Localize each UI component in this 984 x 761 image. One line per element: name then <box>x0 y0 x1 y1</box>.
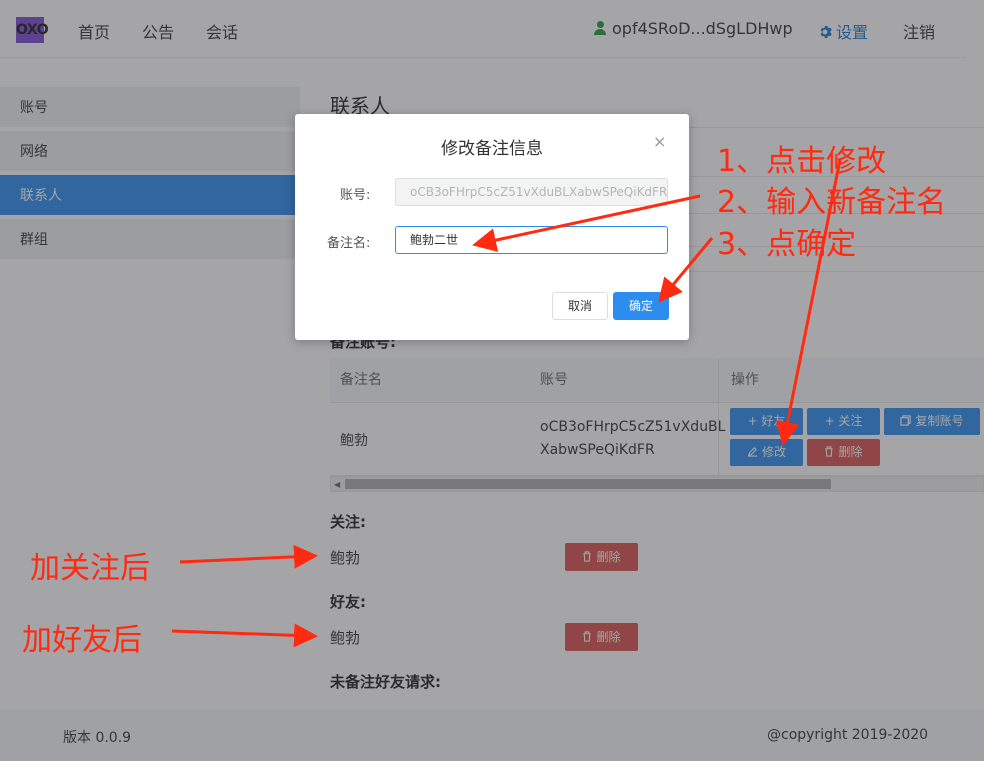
confirm-button[interactable]: 确定 <box>613 292 669 320</box>
annotation-step3: 3、点确定 <box>717 227 857 262</box>
cancel-button[interactable]: 取消 <box>552 292 608 320</box>
annotation-after-follow: 加关注后 <box>30 551 150 586</box>
annotation-step1: 1、点击修改 <box>717 144 887 179</box>
close-icon[interactable]: × <box>653 132 666 151</box>
remark-name-input[interactable]: 鲍勃二世 <box>395 226 668 254</box>
modal-title: 修改备注信息 <box>441 139 543 159</box>
annotation-after-friend: 加好友后 <box>22 623 142 658</box>
annotation-step2: 2、输入新备注名 <box>717 185 947 220</box>
edit-remark-modal: 修改备注信息 × 账号: oCB3oFHrpC5cZ51vXduBLXabwSP… <box>295 114 689 340</box>
account-field: oCB3oFHrpC5cZ51vXduBLXabwSPeQiKdFR <box>395 178 668 206</box>
account-field-label: 账号: <box>340 188 371 203</box>
remark-field-label: 备注名: <box>327 236 371 251</box>
